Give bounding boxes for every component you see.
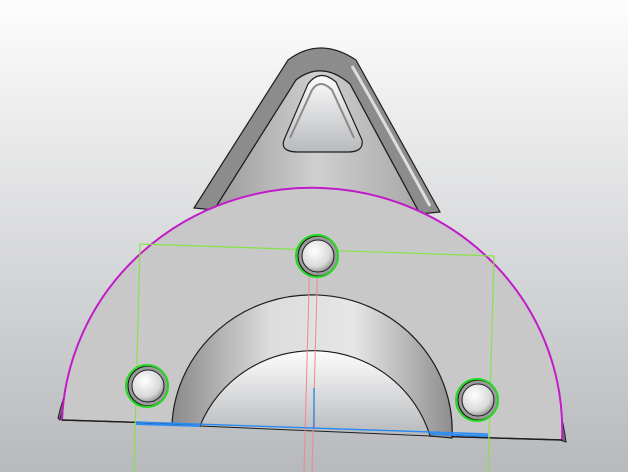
- cad-viewport[interactable]: [0, 0, 628, 472]
- mounting-hole-left[interactable]: [125, 364, 169, 408]
- model-scene[interactable]: [0, 0, 628, 472]
- mounting-hole-top[interactable]: [295, 234, 339, 278]
- mounting-hole-right[interactable]: [455, 378, 499, 422]
